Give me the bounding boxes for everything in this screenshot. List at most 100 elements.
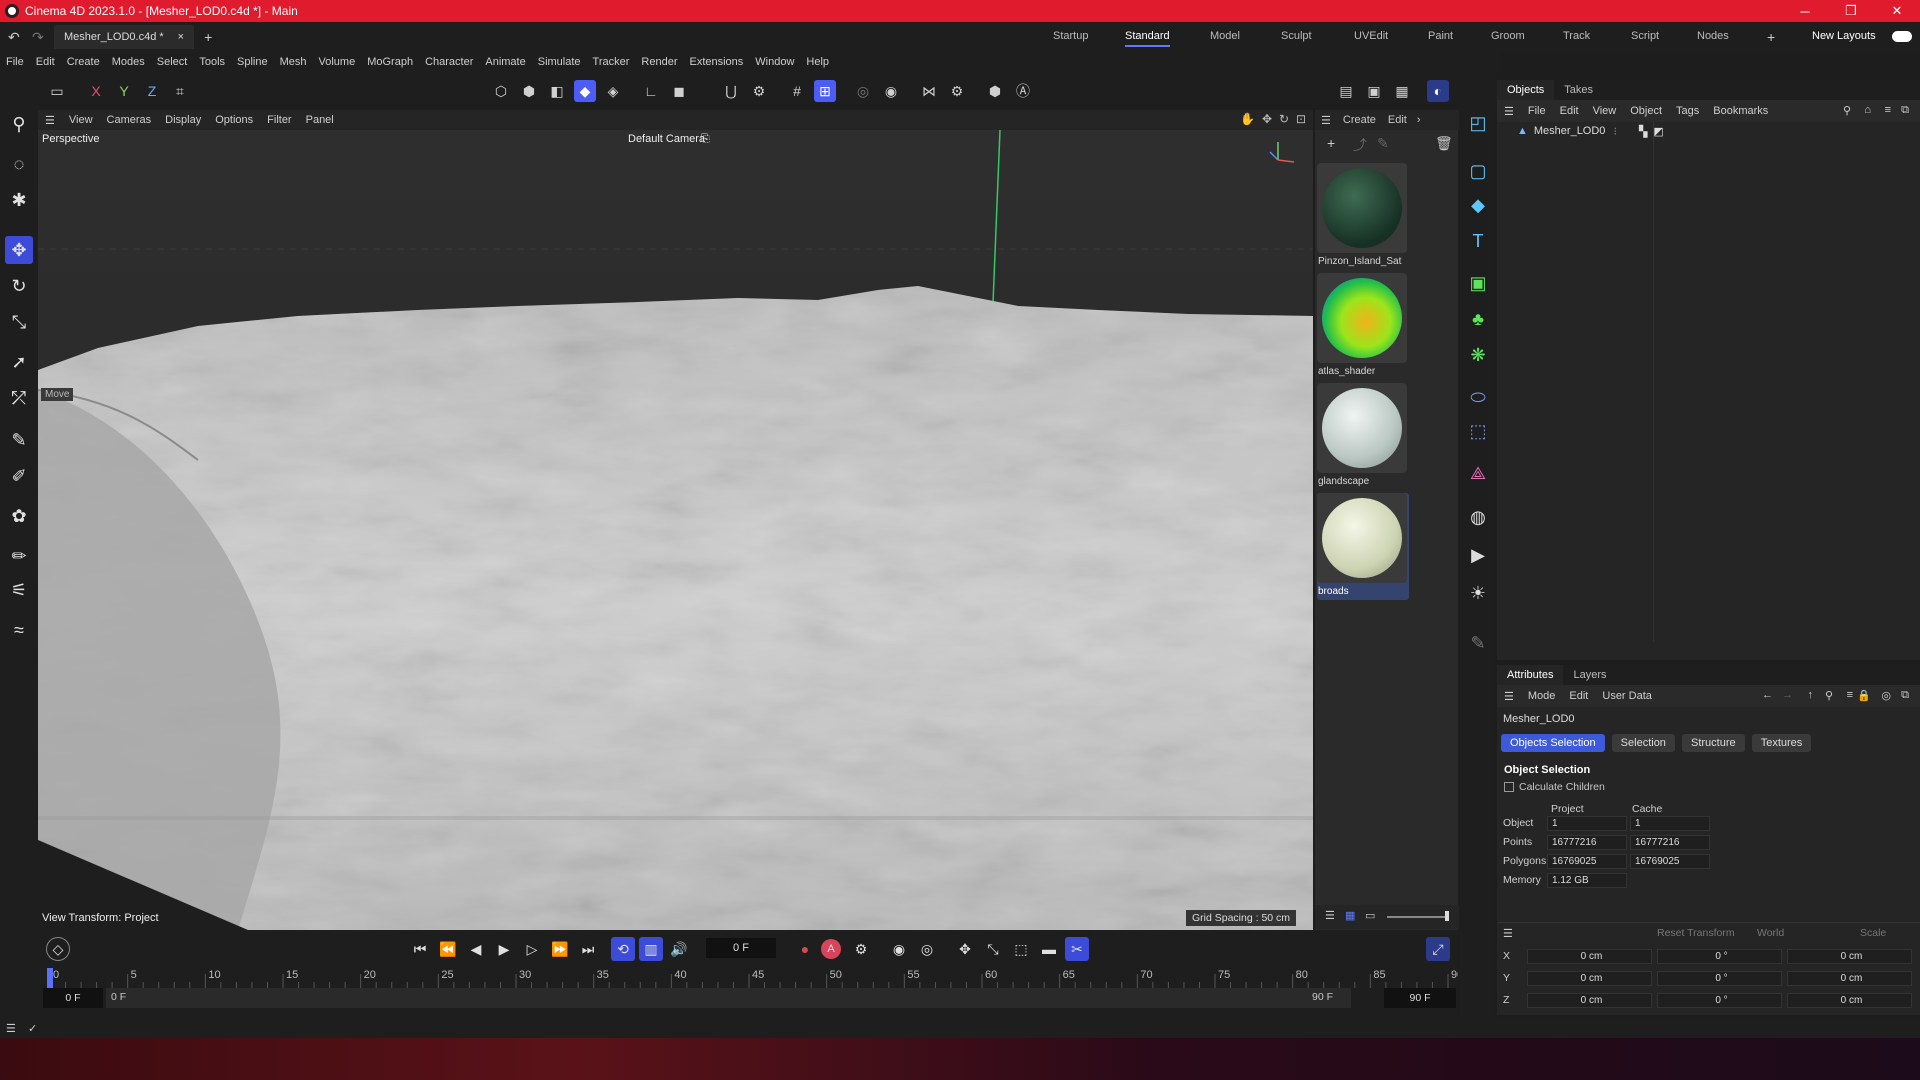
- viewport-menu-filter[interactable]: Filter: [260, 114, 298, 126]
- deformer-tool-icon[interactable]: ≈: [5, 616, 33, 644]
- playback-mode-icon[interactable]: ▥: [639, 937, 663, 961]
- attribute-menu-mode[interactable]: Mode: [1521, 690, 1563, 702]
- menu-tracker[interactable]: Tracker: [587, 56, 636, 68]
- cube-icon[interactable]: ◆: [1465, 192, 1491, 218]
- scale-y-field[interactable]: 0 cm: [1787, 971, 1912, 986]
- preview-size-slider[interactable]: [1387, 916, 1447, 918]
- live-selection-icon[interactable]: ✱: [5, 186, 33, 214]
- symmetry-settings-icon[interactable]: ⚙: [946, 80, 968, 102]
- uv-mode-icon[interactable]: ◈: [602, 80, 624, 102]
- axis-z-lock[interactable]: Z: [141, 80, 163, 102]
- undo-icon[interactable]: ↶: [8, 29, 20, 46]
- previous-frame-icon[interactable]: ◀: [464, 937, 488, 961]
- key-scale-icon[interactable]: ⤡: [981, 937, 1005, 961]
- material-menu-more-icon[interactable]: ›: [1413, 114, 1425, 126]
- start-frame-field[interactable]: 0 F: [43, 988, 103, 1008]
- render-view-button-icon[interactable]: ▤: [1335, 80, 1357, 102]
- move-tool-icon[interactable]: ✥: [5, 236, 33, 264]
- next-key-icon[interactable]: ⏩: [548, 937, 572, 961]
- camera-link-icon[interactable]: ⎘: [701, 133, 710, 146]
- add-document-icon[interactable]: +: [204, 29, 212, 45]
- preview-range-bar[interactable]: 0 F 90 F: [106, 988, 1351, 1008]
- viewport-menu-options[interactable]: Options: [208, 114, 260, 126]
- object-name[interactable]: Mesher_LOD0: [1534, 125, 1606, 137]
- forward-arrow-icon[interactable]: →: [1775, 689, 1800, 701]
- layout-tab-script[interactable]: Script: [1631, 30, 1659, 42]
- rotate-tool-icon[interactable]: ↻: [5, 272, 33, 300]
- new-layouts-toggle[interactable]: [1892, 31, 1912, 42]
- polygons-mode-icon[interactable]: ◧: [546, 80, 568, 102]
- object-home-icon[interactable]: ⌂: [1857, 104, 1878, 116]
- scale-z-field[interactable]: 0 cm: [1787, 993, 1912, 1008]
- mograph-icon[interactable]: ⟁: [1465, 460, 1491, 486]
- redo-icon[interactable]: ↷: [32, 29, 44, 46]
- menu-window[interactable]: Window: [749, 56, 800, 68]
- search-icon[interactable]: ⚲: [5, 110, 33, 138]
- material-tag-icon[interactable]: ◩: [1653, 125, 1663, 138]
- deformer-icon[interactable]: ⬭: [1465, 384, 1491, 410]
- axis-mode-icon[interactable]: ∟: [640, 80, 662, 102]
- object-menu-object[interactable]: Object: [1623, 105, 1669, 117]
- next-frame-icon[interactable]: ▷: [520, 937, 544, 961]
- key-settings-icon[interactable]: ⚙: [849, 937, 873, 961]
- transfer-tool-icon[interactable]: ➚: [5, 348, 33, 376]
- viewport-menu-icon[interactable]: ☰: [38, 114, 62, 127]
- placement-tool-icon[interactable]: ⤱: [5, 384, 33, 412]
- viewport-settings-icon[interactable]: ⬢: [984, 80, 1006, 102]
- object-menu-icon[interactable]: ☰: [1497, 105, 1521, 118]
- layout-tab-model[interactable]: Model: [1210, 30, 1240, 42]
- auto-keying-icon[interactable]: A: [821, 939, 841, 959]
- play-icon[interactable]: ▶: [492, 937, 516, 961]
- menu-edit[interactable]: Edit: [30, 56, 61, 68]
- keyframe-icon[interactable]: ◇: [46, 937, 70, 961]
- points-mode-icon[interactable]: ⬡: [490, 80, 512, 102]
- layout-tab-startup[interactable]: Startup: [1053, 30, 1088, 42]
- calculate-children-checkbox[interactable]: [1504, 782, 1514, 792]
- menu-modes[interactable]: Modes: [106, 56, 151, 68]
- key-position-icon[interactable]: ◉: [887, 937, 911, 961]
- effector-icon[interactable]: ❋: [1465, 342, 1491, 368]
- layout-tab-sculpt[interactable]: Sculpt: [1281, 30, 1312, 42]
- position-x-field[interactable]: 0 cm: [1527, 949, 1652, 964]
- object-visibility-icon[interactable]: ⁝: [1613, 125, 1617, 138]
- scale-x-field[interactable]: 0 cm: [1787, 949, 1912, 964]
- auto-key-icon[interactable]: Ⓐ: [1012, 80, 1034, 102]
- material-edit-icon[interactable]: ✎: [1377, 135, 1389, 152]
- grid-view-icon[interactable]: ▦: [1345, 909, 1355, 922]
- go-to-end-icon[interactable]: ⏭: [576, 937, 600, 961]
- menu-extensions[interactable]: Extensions: [683, 56, 749, 68]
- timeline-window-icon[interactable]: ⤢: [1426, 937, 1450, 961]
- object-row[interactable]: ▲ Mesher_LOD0 ⁝ ▚ ◩: [1497, 122, 1920, 140]
- list-view-icon[interactable]: ☰: [1325, 909, 1335, 922]
- render-to-picture-viewer-icon[interactable]: ▣: [1363, 80, 1385, 102]
- symmetry-icon[interactable]: ⋈: [918, 80, 940, 102]
- material-menu-icon[interactable]: ☰: [1315, 114, 1337, 127]
- timeline-ruler[interactable]: 0 5 10 15 20 25 30 35 40 45 50 55 60 65 70 75 80 85 90: [38, 966, 1458, 990]
- paint-brush-icon[interactable]: ✏: [5, 542, 33, 570]
- attribute-menu-user-data[interactable]: User Data: [1595, 690, 1659, 702]
- add-material-icon[interactable]: +: [1327, 135, 1335, 151]
- coordinate-mode-select[interactable]: Scale: [1860, 927, 1886, 939]
- spline-sketch-icon[interactable]: ✐: [5, 462, 33, 490]
- 3d-viewport[interactable]: Perspective Default Camera ⎘ Move View T…: [38, 130, 1313, 930]
- menu-render[interactable]: Render: [635, 56, 683, 68]
- viewport-menu-cameras[interactable]: Cameras: [100, 114, 159, 126]
- layout-tab-nodes[interactable]: Nodes: [1697, 30, 1729, 42]
- key-move-icon[interactable]: ✥: [953, 937, 977, 961]
- coordinate-space-select[interactable]: World: [1757, 927, 1784, 939]
- snap-settings-icon[interactable]: ⚙: [748, 80, 770, 102]
- record-icon[interactable]: ●: [793, 937, 817, 961]
- selection-tool-icon[interactable]: ◌: [5, 150, 33, 178]
- menu-animate[interactable]: Animate: [479, 56, 531, 68]
- menu-spline[interactable]: Spline: [231, 56, 274, 68]
- key-pla-icon[interactable]: ▬: [1037, 937, 1061, 961]
- camera-label[interactable]: Default Camera: [628, 133, 705, 145]
- object-menu-bookmarks[interactable]: Bookmarks: [1706, 105, 1775, 117]
- workplane-icon[interactable]: ⊞: [814, 80, 836, 102]
- maximize-button[interactable]: ❐: [1828, 0, 1874, 22]
- sound-icon[interactable]: 🔊: [667, 937, 691, 961]
- subdivision-icon[interactable]: ▣: [1465, 270, 1491, 296]
- object-menu-edit[interactable]: Edit: [1553, 105, 1586, 117]
- end-frame-field[interactable]: 90 F: [1384, 988, 1456, 1008]
- layout-tab-standard[interactable]: Standard: [1125, 30, 1170, 47]
